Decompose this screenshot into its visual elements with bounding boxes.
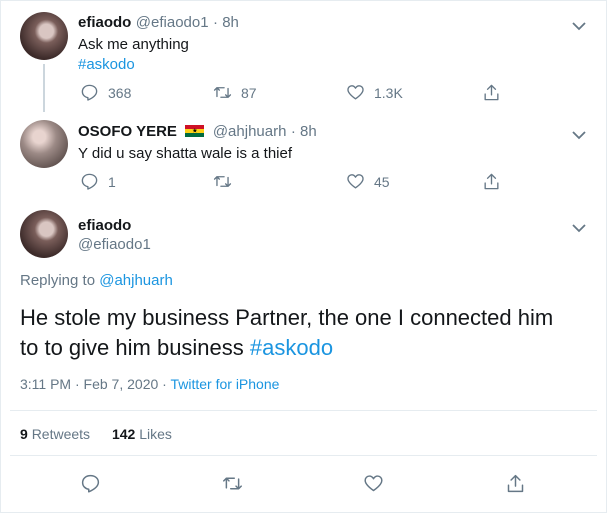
retweet-button[interactable]: 87	[213, 83, 257, 102]
share-button[interactable]	[505, 473, 526, 494]
reply-icon	[81, 474, 100, 493]
avatar[interactable]	[20, 12, 68, 60]
engagement-stats: 9 Retweets 142 Likes	[20, 426, 172, 442]
display-name[interactable]: OSOFO YERE	[78, 123, 177, 140]
tweet-text-line: He stole my business Partner, the one I …	[20, 305, 554, 330]
chevron-down-icon[interactable]	[572, 18, 586, 31]
main-tweet-text: He stole my business Partner, the one I …	[20, 303, 553, 363]
thread-line	[43, 64, 45, 112]
display-name[interactable]: efiaodo	[78, 217, 131, 234]
reply-icon	[81, 84, 98, 101]
ghana-flag-icon	[185, 125, 205, 137]
reply-button[interactable]: 1	[80, 172, 116, 191]
avatar[interactable]	[20, 120, 68, 168]
likes-stat[interactable]: 142 Likes	[112, 426, 172, 442]
tweet-text: Ask me anything	[78, 36, 189, 53]
retweets-count: 9	[20, 426, 28, 442]
user-handle[interactable]: @efiaodo1	[136, 14, 209, 31]
share-button[interactable]	[482, 172, 501, 191]
share-icon	[507, 474, 524, 493]
share-icon	[484, 173, 499, 190]
reply-icon	[81, 173, 98, 190]
retweet-icon	[213, 87, 232, 98]
like-button[interactable]: 45	[346, 172, 390, 191]
retweet-button[interactable]	[222, 473, 243, 494]
retweet-count: 87	[241, 84, 257, 101]
share-icon	[484, 84, 499, 101]
divider	[10, 455, 597, 456]
replying-to: Replying to @ahjhuarh	[20, 272, 173, 289]
display-name[interactable]: efiaodo	[78, 14, 131, 31]
avatar[interactable]	[20, 210, 68, 258]
retweet-icon	[223, 477, 242, 490]
tweet-time[interactable]: · 8h	[213, 14, 239, 31]
source-link[interactable]: Twitter for iPhone	[170, 376, 279, 392]
replying-handle-link[interactable]: @ahjhuarh	[99, 272, 173, 289]
hashtag-link[interactable]: #askodo	[78, 56, 135, 73]
likes-count: 142	[111, 426, 136, 442]
reply-count: 368	[108, 84, 132, 101]
reply-button[interactable]: 368	[80, 83, 131, 102]
reply-button[interactable]	[80, 473, 101, 494]
retweet-button[interactable]	[213, 172, 241, 191]
user-handle[interactable]: @efiaodo1	[78, 236, 151, 253]
retweet-icon	[213, 176, 232, 187]
like-icon	[347, 85, 364, 100]
tweet-time[interactable]: · 8h	[291, 123, 317, 140]
like-button[interactable]: 1.3K	[346, 83, 403, 102]
likes-label: Likes	[139, 426, 172, 442]
like-icon	[347, 174, 364, 189]
tweet-header: efiaodo @efiaodo1 · 8h	[78, 14, 239, 32]
tweet-text-line: to to give him business #askodo	[20, 333, 553, 363]
share-button[interactable]	[482, 83, 501, 102]
like-icon	[364, 475, 383, 492]
reply-count: 1	[108, 173, 116, 190]
tweet-text-segment: to to give him business	[20, 335, 244, 360]
hashtag-link[interactable]: #askodo	[250, 335, 333, 360]
like-button[interactable]	[363, 473, 384, 494]
tweet-header: OSOFO YERE @ahjhuarh · 8h	[78, 123, 317, 141]
like-count: 45	[374, 173, 390, 190]
tweet-text: Y did u say shatta wale is a thief	[78, 145, 293, 162]
chevron-down-icon[interactable]	[572, 220, 586, 233]
like-count: 1.3K	[374, 84, 403, 101]
retweets-stat[interactable]: 9 Retweets	[20, 426, 90, 442]
timestamp[interactable]: 3:11 PM · Feb 7, 2020 ·	[20, 376, 167, 392]
retweets-label: Retweets	[31, 426, 91, 442]
chevron-down-icon[interactable]	[572, 127, 586, 140]
tweet-meta: 3:11 PM · Feb 7, 2020 · Twitter for iPho…	[20, 376, 279, 392]
divider	[10, 410, 597, 411]
replying-label: Replying to	[20, 272, 96, 289]
user-handle[interactable]: @ahjhuarh	[213, 123, 287, 140]
